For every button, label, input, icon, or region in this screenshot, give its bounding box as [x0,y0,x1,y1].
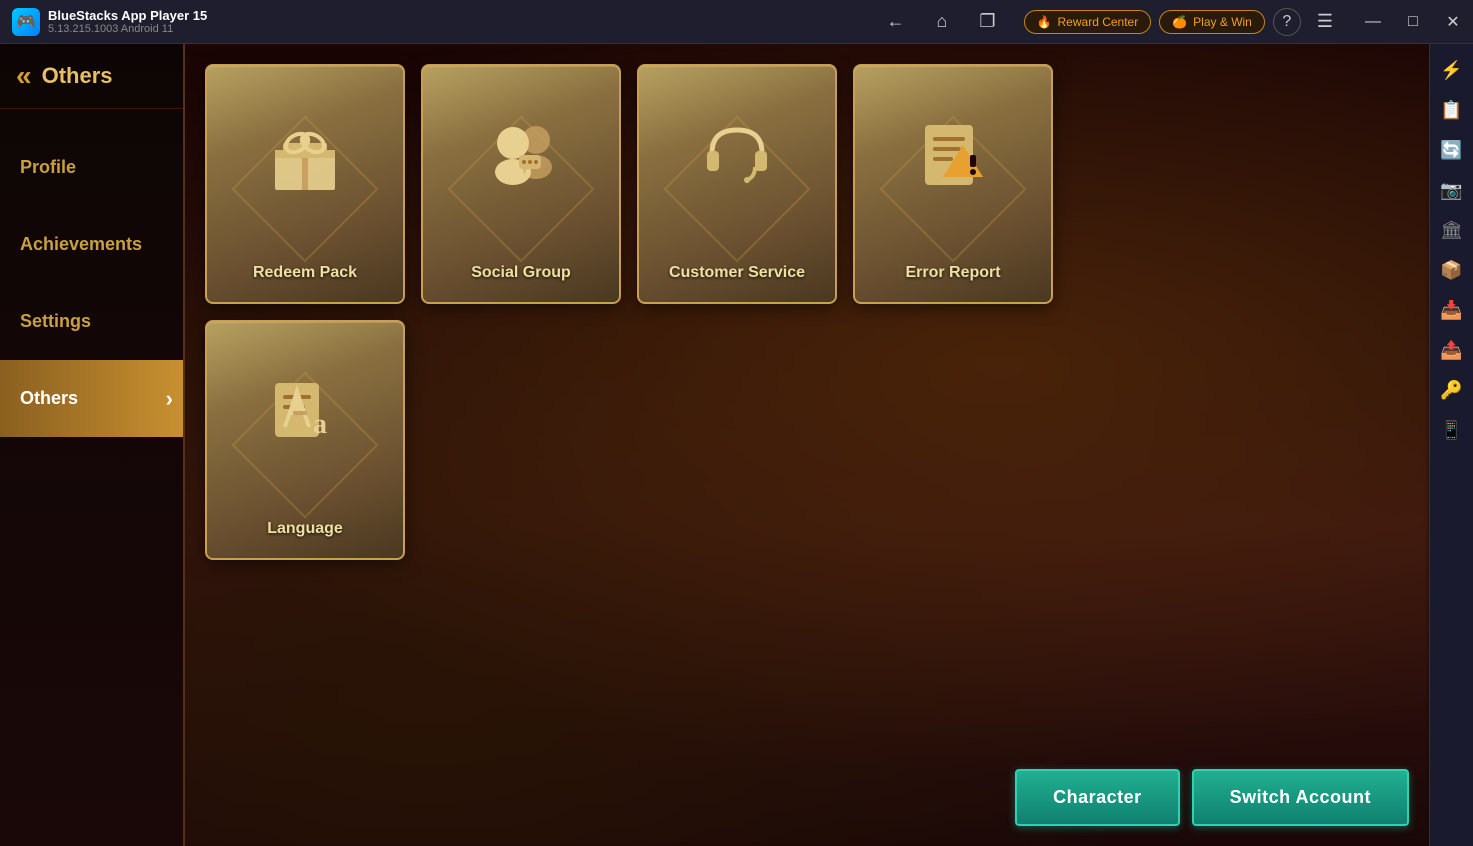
sidebar-icon-4[interactable]: 🏛 [1434,212,1470,248]
title-bar-actions: 🔥 Reward Center 🍊 Play & Win ? ☰ [1012,7,1353,36]
card-error-report[interactable]: Error Report [853,64,1053,304]
sidebar-icon-5[interactable]: 📦 [1434,252,1470,288]
customer-service-label: Customer Service [669,264,805,282]
character-button[interactable]: Character [1015,769,1180,826]
nav-label-achievements: Achievements [20,234,142,254]
layouts-button[interactable]: ❐ [971,7,1003,36]
close-button[interactable]: ✕ [1433,0,1473,44]
switch-account-button[interactable]: Switch Account [1192,769,1409,826]
window-controls: — □ ✕ [1353,0,1473,44]
sidebar-icon-9[interactable]: 📱 [1434,412,1470,448]
report-icon [913,115,993,195]
card-language[interactable]: a Language [205,320,405,560]
social-icon [481,115,561,195]
reward-icon: 🔥 [1037,15,1052,29]
error-report-label: Error Report [905,264,1000,282]
play-win-label: Play & Win [1193,15,1252,29]
maximize-button[interactable]: □ [1393,0,1433,44]
card-social-group[interactable]: Social Group [421,64,621,304]
home-button[interactable]: ⌂ [929,7,956,36]
app-icon: 🎮 [12,8,40,36]
nav-label-profile: Profile [20,157,76,177]
reward-center-button[interactable]: 🔥 Reward Center [1024,10,1152,34]
left-panel: « Others Profile Achievements Settings O… [0,44,185,846]
nav-label-settings: Settings [20,311,91,331]
sidebar-icon-0[interactable]: ⚡ [1434,52,1470,88]
nav-items: Profile Achievements Settings Others [0,109,183,457]
nav-item-settings[interactable]: Settings [0,283,183,360]
sidebar-icon-2[interactable]: 🔄 [1434,132,1470,168]
nav-item-profile[interactable]: Profile [0,129,183,206]
minimize-button[interactable]: — [1353,0,1393,44]
sidebar-icon-7[interactable]: 📤 [1434,332,1470,368]
app-info: BlueStacks App Player 15 5.13.215.1003 A… [48,8,207,35]
panel-back-icon[interactable]: « [16,60,32,92]
error-report-icon-area [855,66,1051,243]
language-label: Language [267,520,343,538]
game-area: « Others Profile Achievements Settings O… [0,44,1429,846]
play-win-button[interactable]: 🍊 Play & Win [1159,10,1265,34]
sidebar-icon-1[interactable]: 📋 [1434,92,1470,128]
gift-icon [265,115,345,195]
customer-service-icon-area [639,66,835,243]
nav-item-achievements[interactable]: Achievements [0,206,183,283]
redeem-pack-icon-area [207,66,403,243]
headset-icon [697,115,777,195]
nav-item-others[interactable]: Others [0,360,183,437]
title-bar-left: 🎮 BlueStacks App Player 15 5.13.215.1003… [0,8,871,36]
menu-button[interactable]: ☰ [1309,7,1341,36]
nav-label-others: Others [20,388,78,408]
card-redeem-pack[interactable]: Redeem Pack [205,64,405,304]
sidebar-icon-3[interactable]: 📷 [1434,172,1470,208]
app-title: BlueStacks App Player 15 [48,8,207,23]
title-bar: 🎮 BlueStacks App Player 15 5.13.215.1003… [0,0,1473,44]
svg-text:a: a [313,409,327,440]
card-customer-service[interactable]: Customer Service [637,64,837,304]
app-subtitle: 5.13.215.1003 Android 11 [48,23,207,35]
main-content: Redeem Pack [185,44,1429,846]
cards-row-1: Redeem Pack [205,64,1409,304]
panel-title: Others [42,63,113,89]
redeem-pack-label: Redeem Pack [253,264,357,282]
title-bar-nav: ← ⌂ ❐ [871,7,1012,36]
language-icon-area: a [207,322,403,499]
sidebar-icon-8[interactable]: 🔑 [1434,372,1470,408]
help-button[interactable]: ? [1273,8,1301,36]
right-sidebar: ⚡ 📋 🔄 📷 🏛 📦 📥 📤 🔑 📱 [1429,44,1473,846]
back-button[interactable]: ← [879,7,913,36]
panel-header: « Others [0,44,183,109]
cards-row-2: a Language [205,320,1409,560]
bottom-bar: Character Switch Account [1015,769,1409,826]
language-icon: a [265,371,345,451]
sidebar-icon-6[interactable]: 📥 [1434,292,1470,328]
social-group-label: Social Group [471,264,571,282]
reward-label: Reward Center [1058,15,1139,29]
play-icon: 🍊 [1172,15,1187,29]
social-group-icon-area [423,66,619,243]
